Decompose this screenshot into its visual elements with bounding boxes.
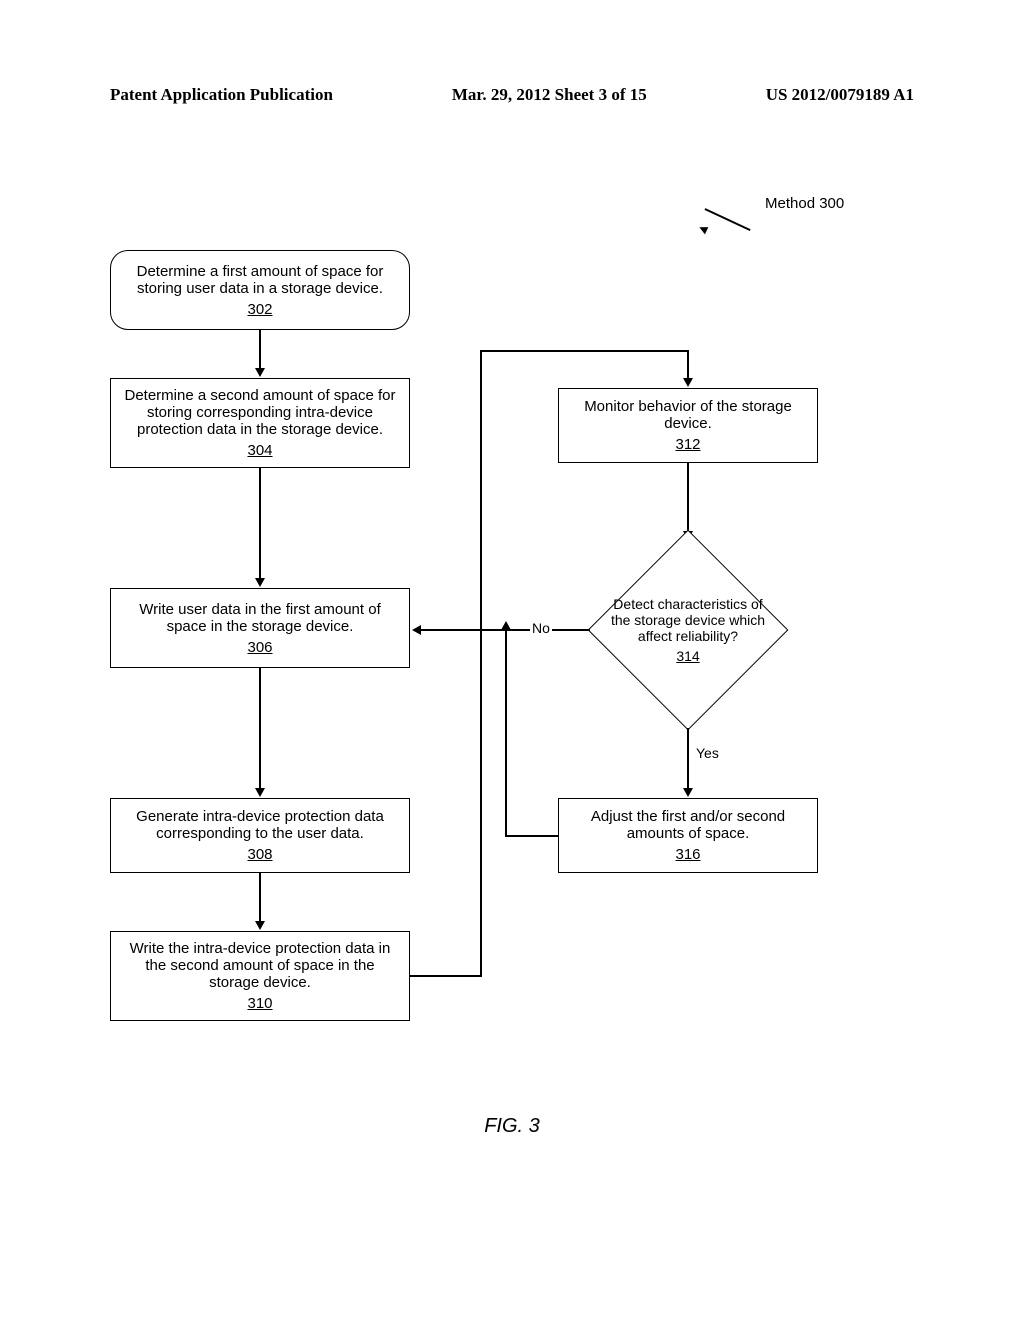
arrow-302-304 — [259, 330, 261, 370]
step-302-text: Determine a first amount of space for st… — [121, 263, 399, 297]
step-308-text: Generate intra-device protection data co… — [121, 808, 399, 842]
arrow-head-304-306 — [255, 578, 265, 587]
decision-314-ref: 314 — [676, 648, 699, 664]
edge-yes-label: Yes — [694, 745, 721, 761]
step-316-ref: 316 — [675, 846, 700, 863]
arrow-head-302-304 — [255, 368, 265, 377]
arrow-yes-v — [687, 728, 689, 790]
step-316: Adjust the first and/or second amounts o… — [558, 798, 818, 873]
arrow-306-308 — [259, 668, 261, 790]
arrow-316-left-v — [505, 629, 507, 836]
step-316-text: Adjust the first and/or second amounts o… — [569, 808, 807, 842]
flowchart-diagram: Method 300 Determine a first amount of s… — [110, 190, 910, 1140]
step-310-text: Write the intra-device protection data i… — [121, 940, 399, 991]
method-label: Method 300 — [765, 195, 844, 212]
step-304-ref: 304 — [247, 442, 272, 459]
method-pointer-icon — [705, 208, 765, 238]
arrow-head-316-loop — [501, 621, 511, 630]
arrow-310-right-h — [410, 975, 482, 977]
arrow-head-yes — [683, 788, 693, 797]
header-right: US 2012/0079189 A1 — [766, 85, 914, 105]
step-306-text: Write user data in the first amount of s… — [121, 601, 399, 635]
step-310: Write the intra-device protection data i… — [110, 931, 410, 1021]
figure-label: FIG. 3 — [0, 1115, 1024, 1138]
step-312-ref: 312 — [675, 436, 700, 453]
step-304: Determine a second amount of space for s… — [110, 378, 410, 468]
arrow-head-306-308 — [255, 788, 265, 797]
edge-no-label: No — [530, 620, 552, 636]
header-center: Mar. 29, 2012 Sheet 3 of 15 — [452, 85, 647, 105]
step-302: Determine a first amount of space for st… — [110, 250, 410, 330]
arrow-top-into-312-h — [480, 350, 688, 352]
step-310-ref: 310 — [247, 995, 272, 1012]
step-312-text: Monitor behavior of the storage device. — [569, 398, 807, 432]
arrow-head-no — [412, 625, 421, 635]
step-304-text: Determine a second amount of space for s… — [121, 387, 399, 438]
arrow-308-310 — [259, 873, 261, 923]
arrow-top-into-312-v — [687, 350, 689, 380]
arrow-312-314 — [687, 463, 689, 533]
arrow-310-up-v — [480, 350, 482, 976]
step-312: Monitor behavior of the storage device. … — [558, 388, 818, 463]
step-308-ref: 308 — [247, 846, 272, 863]
decision-314: Detect characteristics of the storage de… — [588, 530, 788, 730]
step-302-ref: 302 — [247, 301, 272, 318]
decision-314-text: Detect characteristics of the storage de… — [608, 596, 768, 644]
header-left: Patent Application Publication — [110, 85, 333, 105]
step-306: Write user data in the first amount of s… — [110, 588, 410, 668]
step-308: Generate intra-device protection data co… — [110, 798, 410, 873]
step-306-ref: 306 — [247, 639, 272, 656]
arrow-head-308-310 — [255, 921, 265, 930]
page-header: Patent Application Publication Mar. 29, … — [0, 85, 1024, 105]
arrow-316-left-h — [505, 835, 558, 837]
arrow-head-into-312 — [683, 378, 693, 387]
arrow-304-306 — [259, 468, 261, 580]
